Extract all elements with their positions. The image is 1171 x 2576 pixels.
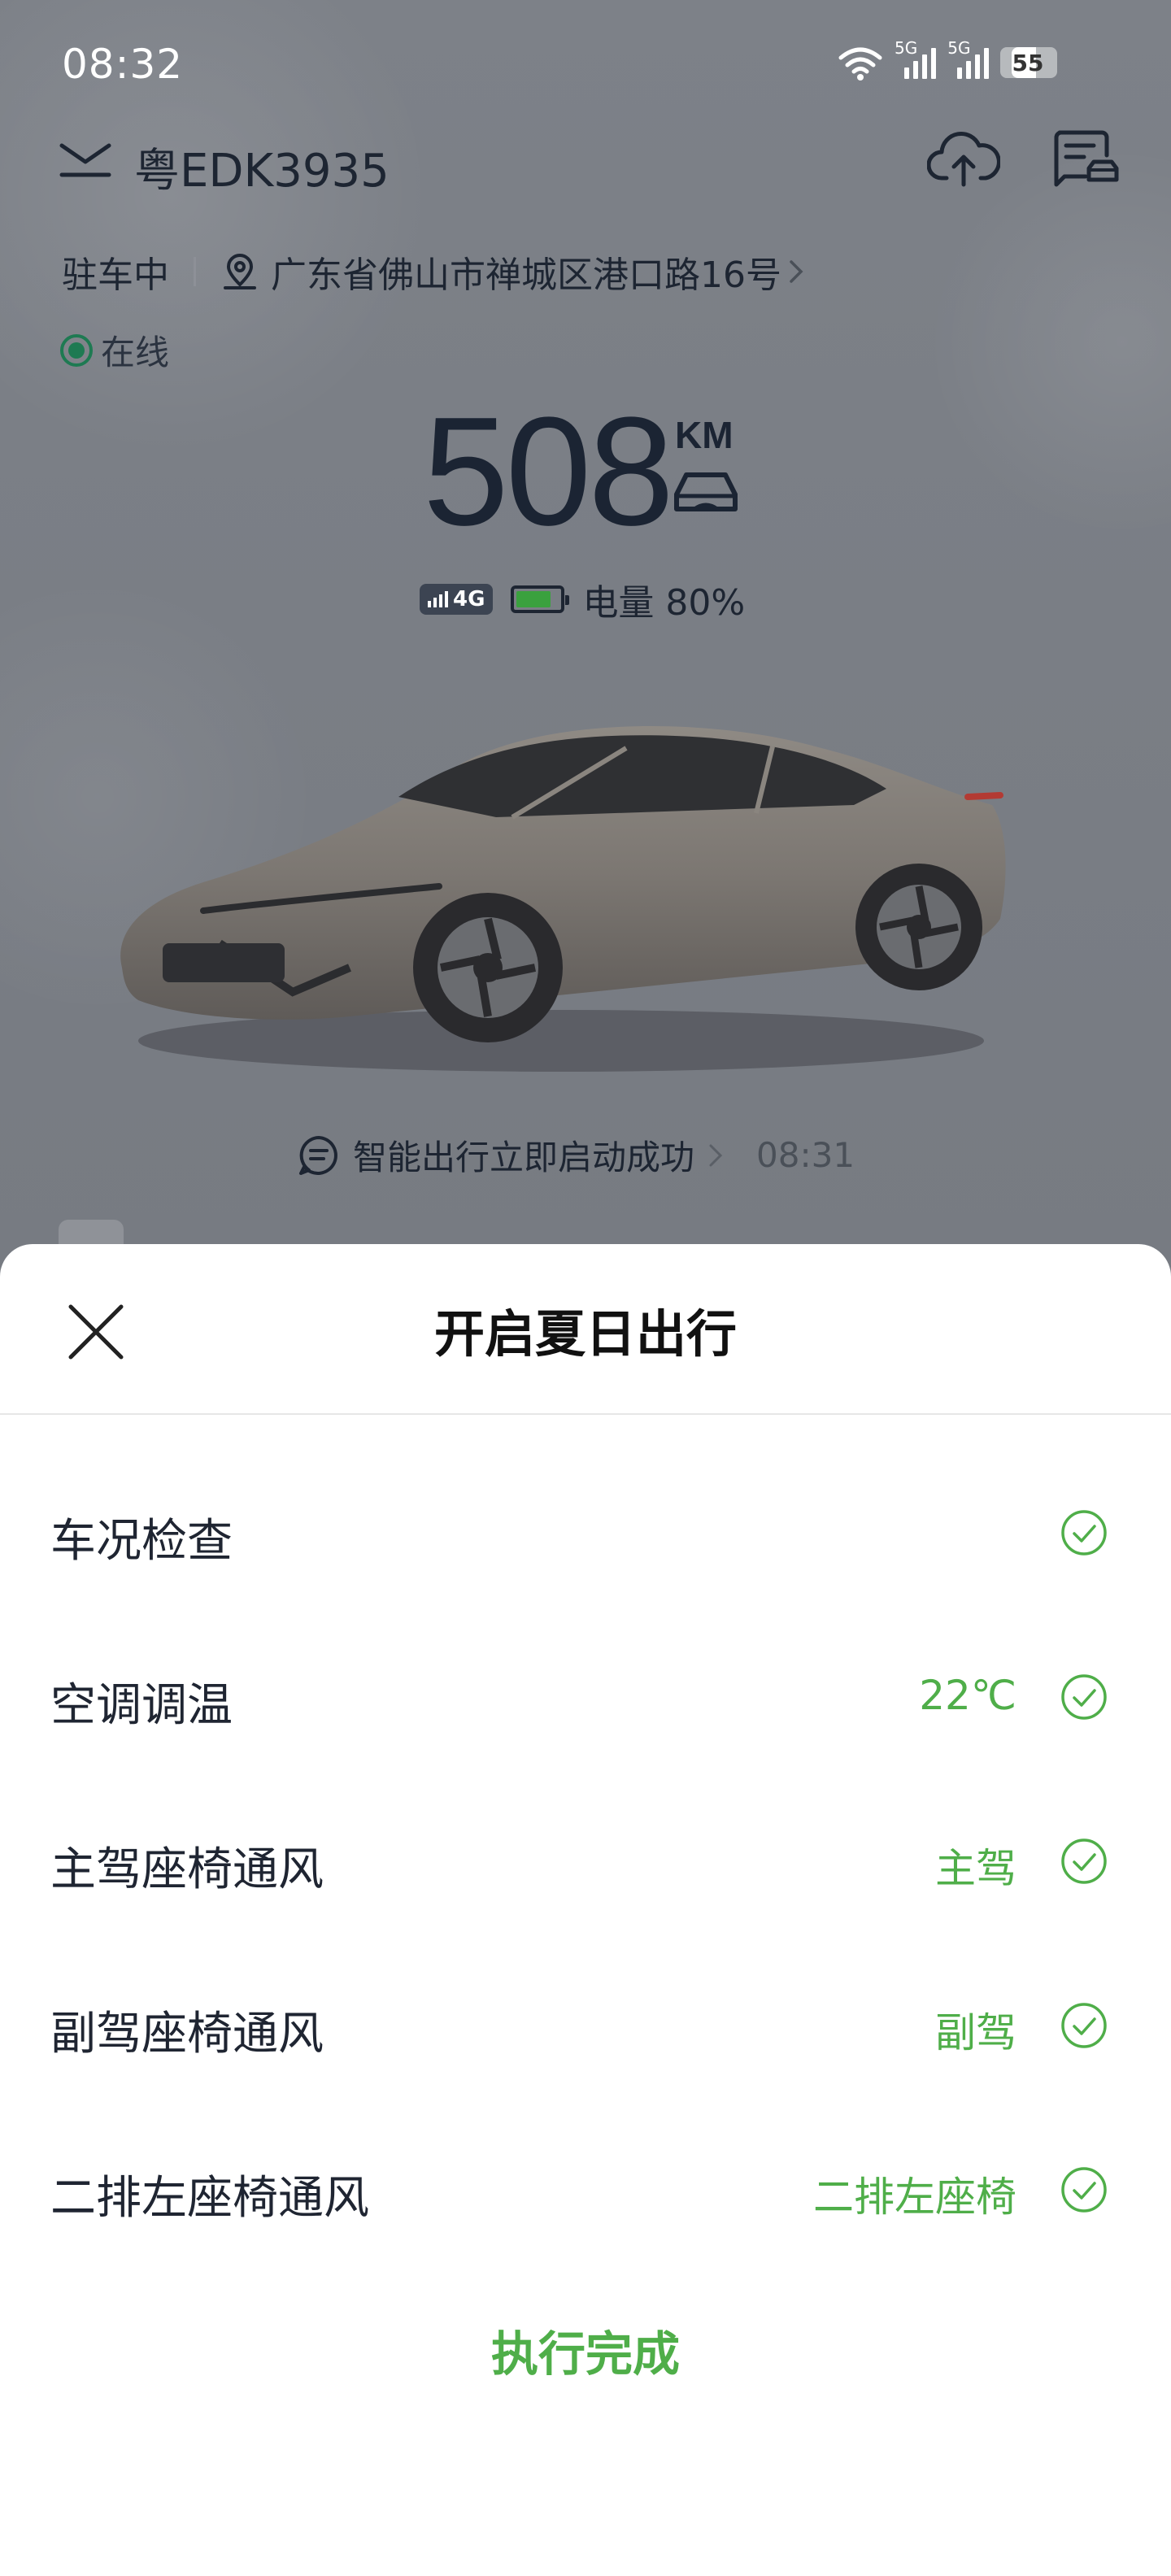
online-status: 在线 bbox=[60, 325, 169, 375]
vehicle-status-row: 4G 电量 80% bbox=[420, 573, 745, 625]
network-label: 5G bbox=[895, 38, 918, 58]
network-badge-label: 4G bbox=[453, 587, 485, 611]
network-label: 5G bbox=[947, 38, 971, 58]
battery-level-icon bbox=[511, 585, 570, 613]
parking-address: 广东省佛山市禅城区港口路16号 bbox=[271, 255, 781, 296]
sheet-divider bbox=[0, 1413, 1171, 1415]
range-unit: KM bbox=[675, 414, 734, 456]
task-label: 副驾座椅通风 bbox=[50, 2008, 324, 2060]
online-label: 在线 bbox=[101, 333, 170, 372]
battery-level: 55 bbox=[1012, 49, 1044, 76]
check-circle-icon bbox=[1061, 2167, 1107, 2213]
chevron-right-icon bbox=[790, 260, 803, 283]
sheet-title: 开启夏日出行 bbox=[433, 1304, 737, 1364]
status-time: 08:32 bbox=[62, 41, 184, 88]
chevron-right-icon bbox=[709, 1144, 723, 1166]
status-icons: 5G 5G 55 bbox=[838, 38, 1058, 85]
notice-bar[interactable]: 智能出行立即启动成功 08:31 bbox=[298, 1130, 855, 1180]
cloud-upload-icon bbox=[927, 131, 1000, 187]
task-label: 主驾座椅通风 bbox=[50, 1843, 324, 1896]
car-message-icon bbox=[1054, 130, 1119, 187]
battery-icon: 55 bbox=[1000, 47, 1058, 78]
parking-status: 驻车中 bbox=[62, 255, 169, 296]
task-label: 空调调温 bbox=[50, 1679, 233, 1732]
task-value: 副驾 bbox=[935, 2009, 1016, 2056]
check-circle-icon bbox=[1061, 1838, 1107, 1884]
task-label: 车况检查 bbox=[50, 1515, 233, 1568]
check-circle-icon bbox=[1061, 1510, 1107, 1556]
location-line[interactable]: 驻车中 广东省佛山市禅城区港口路16号 bbox=[62, 246, 808, 298]
car-icon bbox=[674, 472, 738, 511]
signal-bars-icon bbox=[428, 591, 448, 607]
range-value: 508 bbox=[423, 385, 674, 558]
task-label: 二排左座椅通风 bbox=[50, 2172, 369, 2225]
vehicle-message-button[interactable] bbox=[1049, 122, 1122, 195]
network-badge: 4G bbox=[420, 584, 494, 615]
notice-time: 08:31 bbox=[756, 1135, 855, 1175]
execution-status: 执行完成 bbox=[490, 2326, 680, 2382]
divider bbox=[194, 257, 196, 286]
task-value: 二排左座椅 bbox=[813, 2174, 1016, 2221]
chevron-down-icon bbox=[59, 143, 111, 177]
online-dot-icon bbox=[60, 333, 93, 367]
location-pin-icon bbox=[224, 254, 256, 289]
message-icon bbox=[299, 1135, 337, 1175]
vehicle-switch-button[interactable] bbox=[49, 122, 122, 195]
task-value: 22℃ bbox=[919, 1672, 1016, 1719]
check-circle-icon bbox=[1061, 2003, 1107, 2048]
wifi-icon bbox=[838, 47, 882, 80]
license-plate[interactable]: 粤EDK3935 bbox=[134, 134, 390, 200]
task-value: 主驾 bbox=[935, 1845, 1016, 1892]
notice-text: 智能出行立即启动成功 bbox=[353, 1138, 695, 1177]
cloud-upload-button[interactable] bbox=[927, 122, 1000, 195]
check-circle-icon bbox=[1061, 1674, 1107, 1720]
battery-text: 电量 80% bbox=[582, 582, 746, 624]
car-image bbox=[120, 725, 1006, 1072]
